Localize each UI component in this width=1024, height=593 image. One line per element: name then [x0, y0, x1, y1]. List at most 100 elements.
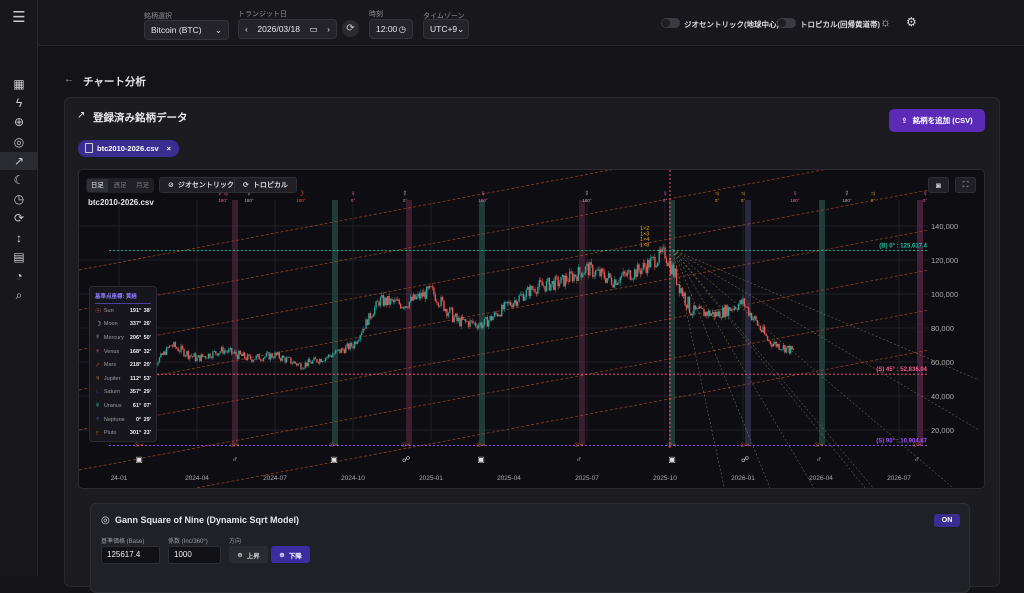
- bolt-icon[interactable]: ϟ: [9, 94, 29, 112]
- crosshair-icon[interactable]: ⊕: [9, 113, 29, 131]
- candle: [642, 263, 645, 269]
- candle: [462, 316, 464, 320]
- bottom-aspect-icon: ☍: [741, 455, 749, 464]
- moon-icon[interactable]: ☾: [9, 171, 29, 189]
- clock-icon[interactable]: ◷: [9, 190, 29, 208]
- candle: [696, 307, 698, 310]
- planet-aspect-marker-icon: ♀: [662, 189, 668, 198]
- tropical-toggle[interactable]: [777, 18, 796, 28]
- candle: [717, 311, 720, 317]
- gann-fan-line: [672, 249, 771, 488]
- base-price-input[interactable]: 125617.4: [101, 546, 160, 564]
- candle: [399, 303, 402, 309]
- candle: [635, 269, 637, 277]
- candle: [297, 363, 299, 366]
- time-input[interactable]: 12:00 ◷: [369, 19, 413, 39]
- gann-on-badge[interactable]: ON: [934, 514, 960, 527]
- candle: [792, 349, 795, 350]
- bottom-aspect-icon: ▣: [330, 455, 338, 464]
- candle: [639, 270, 642, 275]
- refresh-button[interactable]: ⟳: [342, 20, 359, 37]
- candle: [482, 324, 484, 329]
- tropical-button[interactable]: ⟳ トロピカル: [234, 177, 297, 193]
- candle: [447, 312, 450, 317]
- candle: [229, 347, 231, 350]
- geocentric-toggle-label: ジオセントリック(地球中心): [684, 20, 779, 29]
- candle: [722, 307, 724, 319]
- camera-icon[interactable]: ◙: [928, 177, 949, 193]
- candle: [232, 352, 234, 354]
- candle: [554, 276, 556, 290]
- theme-sun-icon[interactable]: ☼: [880, 15, 891, 29]
- bottom-event-marker-icon: ☉♃: [912, 442, 922, 449]
- candle: [713, 311, 715, 317]
- next-date-icon[interactable]: ›: [327, 24, 330, 34]
- candle: [347, 343, 350, 350]
- settings-gear-icon[interactable]: ⚙: [906, 15, 917, 29]
- candle: [282, 355, 285, 358]
- planet-minute: 07': [143, 402, 151, 409]
- arrows-vertical-icon[interactable]: ↕: [9, 229, 29, 247]
- candle: [654, 256, 656, 268]
- target-icon[interactable]: ◎: [9, 133, 29, 151]
- prev-date-icon[interactable]: ‹: [245, 24, 248, 34]
- price-chart[interactable]: 20,000 40,000 60,000 80,000 100,000 120,000 14…: [79, 170, 985, 489]
- refresh-icon[interactable]: ⟳: [9, 209, 29, 227]
- candle: [293, 361, 295, 364]
- back-arrow-icon[interactable]: ←: [64, 74, 74, 85]
- candle: [308, 359, 311, 363]
- candle: [251, 359, 253, 362]
- candle: [360, 332, 363, 336]
- planet-aspect-marker-icon: ♃: [740, 189, 746, 198]
- search-icon[interactable]: ⌕: [9, 286, 29, 304]
- tab-monthly[interactable]: 月足: [132, 179, 153, 192]
- grid-icon[interactable]: ▦: [9, 75, 29, 93]
- planet-name: Mercury: [103, 334, 124, 341]
- close-icon[interactable]: ×: [167, 144, 171, 153]
- candle: [196, 357, 198, 362]
- candle: [606, 278, 608, 283]
- symbol-select[interactable]: Bitcoin (BTC) ⌄: [144, 20, 229, 40]
- candle: [246, 354, 249, 361]
- candle: [311, 360, 314, 364]
- menu-icon[interactable]: ☰: [9, 8, 29, 26]
- candle: [255, 355, 257, 360]
- tab-daily[interactable]: 日足: [87, 179, 108, 192]
- date-picker[interactable]: ‹ 2026/03/18 ▭ ›: [238, 19, 337, 39]
- geocentric-toggle[interactable]: [661, 18, 680, 28]
- candle: [649, 258, 652, 268]
- candle: [238, 350, 240, 359]
- tab-weekly[interactable]: 週足: [110, 179, 131, 192]
- candle: [502, 304, 504, 310]
- gauge-icon[interactable]: ◔: [9, 267, 29, 285]
- candle: [451, 307, 454, 323]
- aspect-degree-label: 0°: [715, 198, 720, 203]
- trending-up-icon[interactable]: ↗: [0, 151, 38, 170]
- candle: [729, 307, 731, 311]
- candle: [503, 302, 506, 310]
- candle: [521, 294, 523, 295]
- card-title: 登録済み銘柄データ: [93, 112, 188, 124]
- planet-row: ♇ Pluto 301° 23': [90, 426, 156, 440]
- coef-input[interactable]: 1000: [168, 546, 221, 564]
- calendar-icon[interactable]: ▤: [9, 248, 29, 266]
- geocentric-button[interactable]: ⊘ ジオセントリック: [159, 177, 243, 193]
- calendar-icon[interactable]: ▭: [310, 24, 318, 35]
- direction-up-button[interactable]: ⊕ 上昇: [229, 546, 268, 563]
- candle: [659, 249, 662, 253]
- candle: [480, 322, 483, 329]
- direction-label: 方向: [229, 539, 242, 545]
- candle: [233, 351, 236, 353]
- aspect-degree-label: 180°: [244, 198, 254, 203]
- timezone-select[interactable]: UTC+9 ⌄: [423, 19, 469, 39]
- direction-down-button[interactable]: ⊕ 下降: [271, 546, 310, 563]
- candle: [355, 341, 357, 344]
- candle: [615, 279, 617, 286]
- bottom-event-marker-icon: ☉♃: [476, 442, 486, 449]
- candle: [553, 281, 555, 290]
- file-chip[interactable]: btc2010-2026.csv ×: [78, 140, 179, 157]
- planet-degree: 0°: [135, 416, 142, 423]
- fullscreen-icon[interactable]: ⛶: [955, 177, 976, 193]
- add-csv-button[interactable]: ⇪ 銘柄を追加 (CSV): [889, 109, 985, 132]
- candle: [594, 270, 597, 276]
